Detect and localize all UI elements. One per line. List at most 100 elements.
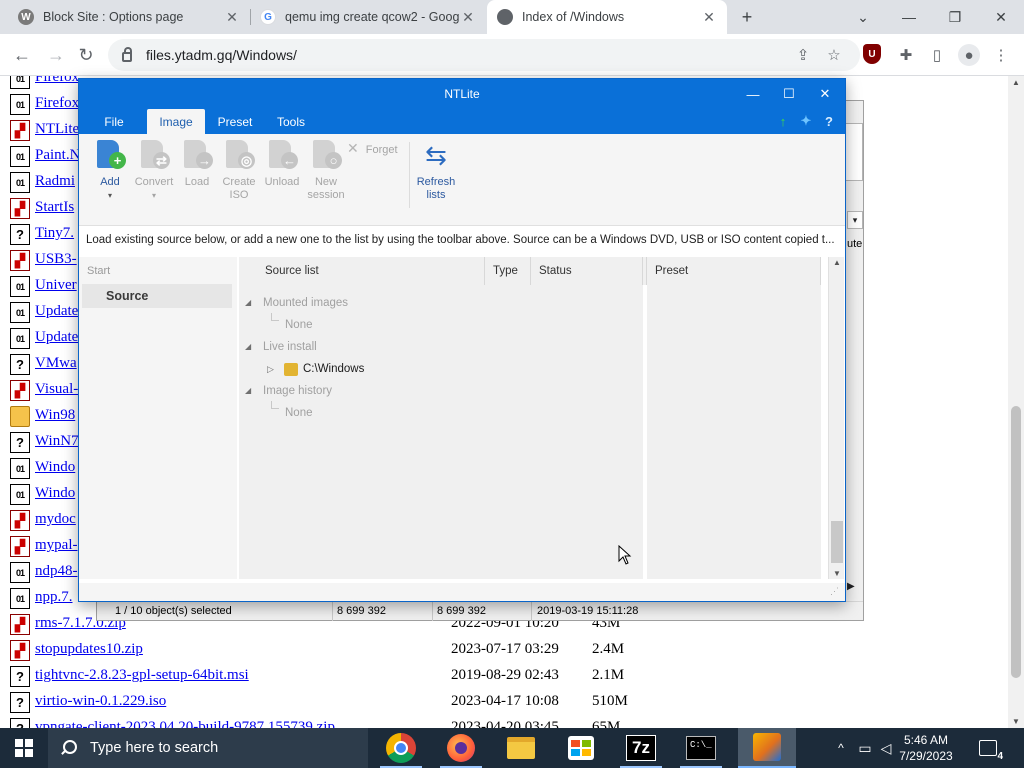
new-session-button[interactable]: ○ New session: [301, 140, 351, 202]
taskbar-search-box[interactable]: Type here to search: [48, 728, 368, 768]
minimize-button[interactable]: —: [886, 0, 932, 34]
file-link[interactable]: stopupdates10.zip: [35, 641, 143, 658]
file-link[interactable]: Windo: [35, 459, 75, 476]
file-link[interactable]: VMwa: [35, 355, 77, 372]
back-button[interactable]: ←: [8, 41, 36, 69]
file-link[interactable]: ndp48-: [35, 563, 78, 580]
ntlite-scrollbar[interactable]: ▲ ▼: [828, 257, 844, 579]
ntlite-title-bar[interactable]: NTLite: [79, 79, 845, 109]
file-link[interactable]: Tiny7.: [35, 225, 74, 242]
restore-button[interactable]: ❐: [932, 0, 978, 34]
7zip-icon[interactable]: 7z: [612, 728, 670, 768]
column-type[interactable]: Type: [485, 257, 531, 285]
resize-grip-icon[interactable]: ⋰: [830, 586, 839, 597]
file-link[interactable]: npp.7.: [35, 589, 73, 606]
file-link[interactable]: Update: [35, 329, 78, 346]
refresh-lists-button[interactable]: ⇆ Refresh lists: [413, 140, 459, 202]
unload-button[interactable]: ← Unload: [259, 140, 305, 189]
ntlite-icon[interactable]: [738, 728, 796, 768]
volume-icon[interactable]: ◁: [876, 728, 896, 768]
tray-overflow-icon[interactable]: ^: [832, 728, 850, 768]
dropdown-arrow-icon[interactable]: ▾: [131, 189, 177, 202]
nav-item-source[interactable]: Source: [82, 284, 232, 308]
tab-block-site[interactable]: W Block Site : Options page ✕: [8, 0, 250, 34]
forward-button[interactable]: →: [42, 41, 70, 69]
tab-file[interactable]: File: [91, 109, 137, 134]
file-link[interactable]: USB3-: [35, 251, 77, 268]
store-icon[interactable]: [552, 728, 610, 768]
chrome-icon[interactable]: [372, 728, 430, 768]
firefox-icon[interactable]: [432, 728, 490, 768]
scroll-up-icon[interactable]: ▲: [1008, 78, 1024, 87]
file-link[interactable]: vpngate-client-2023.04.20-build-9787.155…: [35, 719, 335, 728]
scroll-thumb[interactable]: [831, 521, 843, 563]
close-icon[interactable]: ✕: [460, 9, 476, 26]
tree-item-live-windows[interactable]: C:\Windows: [303, 363, 364, 375]
close-window-button[interactable]: ✕: [807, 79, 843, 109]
tab-index-of-windows[interactable]: Index of /Windows ✕: [487, 0, 727, 34]
start-button[interactable]: [0, 728, 48, 768]
reload-button[interactable]: ↻: [72, 41, 100, 69]
tree-group-image-history[interactable]: Image history: [263, 385, 332, 397]
close-icon[interactable]: ✕: [701, 9, 717, 26]
tab-image[interactable]: Image: [147, 109, 205, 134]
new-tab-button[interactable]: +: [733, 0, 761, 34]
file-link[interactable]: Windo: [35, 485, 75, 502]
file-link[interactable]: Paint.N: [35, 147, 80, 164]
tab-tools[interactable]: Tools: [267, 109, 315, 134]
lock-icon[interactable]: [122, 47, 132, 62]
file-explorer-icon[interactable]: [492, 728, 550, 768]
minimize-button[interactable]: —: [735, 79, 771, 109]
file-link[interactable]: WinN7: [35, 433, 79, 450]
ublock-icon[interactable]: U: [863, 44, 881, 64]
tree-group-mounted[interactable]: Mounted images: [263, 297, 348, 309]
side-panel-icon[interactable]: ▯: [926, 44, 948, 66]
scroll-thumb[interactable]: [1011, 406, 1021, 678]
create-iso-button[interactable]: ◎ Create ISO: [217, 140, 261, 202]
scroll-up-icon[interactable]: ▲: [829, 258, 845, 267]
expand-arrow-icon[interactable]: ▷: [267, 364, 274, 375]
file-link[interactable]: Univer: [35, 277, 77, 294]
profile-icon[interactable]: ●: [958, 44, 980, 66]
address-bar[interactable]: files.ytadm.gq/Windows/: [108, 39, 860, 71]
file-link[interactable]: virtio-win-0.1.229.iso: [35, 693, 166, 710]
file-link[interactable]: Win98: [35, 407, 75, 424]
update-arrow-icon[interactable]: ↑: [774, 112, 792, 130]
file-link[interactable]: Update: [35, 303, 78, 320]
file-link[interactable]: Firefox: [35, 95, 79, 112]
chevron-down-icon[interactable]: ▾: [847, 211, 863, 229]
twitter-icon[interactable]: ✦: [797, 112, 815, 130]
bookmark-star-icon[interactable]: ☆: [823, 44, 845, 66]
scroll-down-icon[interactable]: ▼: [829, 569, 845, 578]
file-link[interactable]: Visual-: [35, 381, 78, 398]
chevron-right-icon[interactable]: ▶: [847, 581, 855, 592]
close-icon[interactable]: ✕: [224, 9, 240, 26]
tab-preset[interactable]: Preset: [211, 109, 259, 134]
forget-button[interactable]: ✕ Forget: [347, 141, 407, 157]
chrome-menu-icon[interactable]: ⋮: [990, 44, 1012, 66]
load-button[interactable]: → Load: [175, 140, 219, 189]
file-link[interactable]: mydoc: [35, 511, 76, 528]
file-link[interactable]: Radmi: [35, 173, 75, 190]
file-link[interactable]: mypal-: [35, 537, 78, 554]
tab-search-button[interactable]: ⌄: [840, 0, 886, 34]
help-icon[interactable]: ?: [820, 112, 838, 130]
collapse-arrow-icon[interactable]: ◢: [245, 342, 251, 351]
collapse-arrow-icon[interactable]: ◢: [245, 386, 251, 395]
add-button[interactable]: + Add ▾: [87, 140, 133, 202]
file-link[interactable]: NTLite: [35, 121, 79, 138]
tab-google-search[interactable]: G qemu img create qcow2 - Googl ✕: [250, 0, 486, 34]
notifications-icon[interactable]: 4: [968, 728, 1008, 768]
cmd-icon[interactable]: C:\_: [672, 728, 730, 768]
tree-group-live-install[interactable]: Live install: [263, 341, 317, 353]
network-icon[interactable]: ▭: [854, 728, 876, 768]
convert-button[interactable]: ⇄ Convert ▾: [131, 140, 177, 202]
scroll-down-icon[interactable]: ▼: [1008, 717, 1024, 726]
file-link[interactable]: tightvnc-2.8.23-gpl-setup-64bit.msi: [35, 667, 249, 684]
share-icon[interactable]: ⇪: [792, 44, 814, 66]
extensions-icon[interactable]: ✚: [895, 44, 917, 66]
column-status[interactable]: Status: [531, 257, 643, 285]
column-preset[interactable]: Preset: [647, 257, 821, 285]
column-source-list[interactable]: Source list: [239, 257, 485, 285]
file-link[interactable]: StartIs: [35, 199, 74, 216]
